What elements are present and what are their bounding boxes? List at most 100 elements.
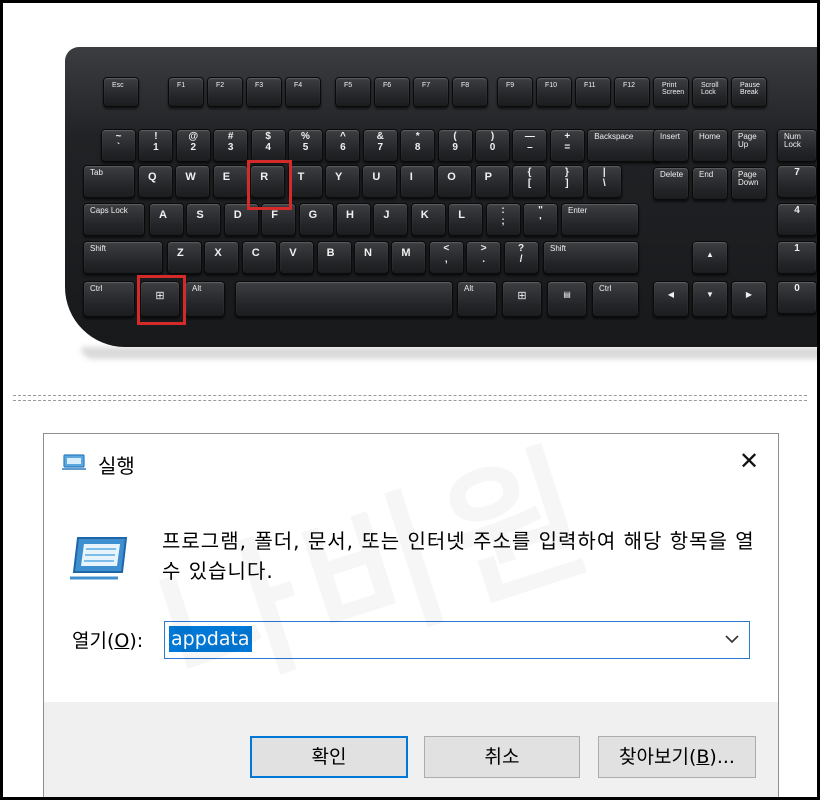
open-combobox[interactable]: appdata [164,621,750,659]
key-symbol: ◀ [653,281,689,317]
key-v: V [279,241,315,274]
close-button[interactable]: ✕ [720,434,778,490]
key-k: K [410,203,446,236]
key-o: O [437,165,473,198]
key-page-up: Page Up [731,129,767,162]
key-shift: Shift [83,241,163,274]
key-y: Y [325,165,360,198]
key-symbol: ? / [503,241,539,274]
key-symbol: > . [466,241,502,274]
key-4: 4 [777,203,817,236]
key-blank [235,281,453,317]
dashed-separator [13,395,807,401]
ok-button-label: 확인 [311,746,347,768]
key-symbol: ⊞ [502,281,542,317]
highlight-r-key [247,160,292,210]
key-x: X [204,241,240,274]
key-print-screen: Print Screen [653,77,689,107]
key-scroll-lock: Scroll Lock [692,77,728,107]
key-f3: F3 [246,77,282,107]
chevron-down-icon[interactable] [723,630,741,648]
key-1: ! 1 [138,129,174,162]
key-page-down: Page Down [731,167,767,200]
key-b: B [316,241,352,274]
key-s: S [186,203,222,236]
run-dialog: 실행 ✕ 프로그램, 폴더, 문서, 또는 인터넷 주소를 입력하여 해당 항목… [43,433,779,797]
key-f5: F5 [335,77,371,107]
key-7: 7 [777,165,817,198]
key-f1: F1 [168,77,204,107]
key-f9: F9 [497,77,533,107]
key-f4: F4 [285,77,321,107]
key-esc: Esc [103,77,139,107]
browse-button[interactable]: 찾아보기(B)... [598,736,756,778]
highlight-windows-key [137,275,186,325]
key-alt: Alt [457,281,497,317]
open-label-mnemonic: O [114,630,130,652]
dialog-title: 실행 [98,454,135,478]
key-4: $ 4 [250,129,286,162]
dialog-description: 프로그램, 폴더, 문서, 또는 인터넷 주소를 입력하여 해당 항목을 열 수… [162,529,755,583]
run-large-icon [70,537,128,580]
key-symbol: | \ [586,165,622,198]
key-symbol: ~ ` [101,129,136,162]
key-c: C [241,241,277,274]
key-0: 0 [777,281,817,314]
cancel-button[interactable]: 취소 [424,736,580,778]
key-6: ^ 6 [325,129,361,162]
key-symbol: : ; [485,203,521,236]
key-8: * 8 [400,129,436,162]
key-enter: Enter [561,203,639,236]
key-l: L [448,203,484,236]
key-symbol: ▤ [547,281,587,317]
key-backspace: Backspace [587,129,662,162]
open-label-suffix: ): [129,630,144,652]
cancel-button-label: 취소 [484,746,520,768]
key-3: # 3 [213,129,249,162]
key-7: & 7 [362,129,398,162]
key-f8: F8 [452,77,488,107]
key-num-lock: Num Lock [777,129,817,162]
key-f12: F12 [614,77,650,107]
key-0: ) 0 [475,129,510,162]
key-h: H [336,203,371,236]
key-symbol: { [ [512,165,547,198]
open-label: 열기(O): [72,626,143,653]
key-f6: F6 [374,77,410,107]
key-f7: F7 [413,77,449,107]
open-label-prefix: 열기( [72,630,115,652]
key-symbol: ▼ [692,281,728,317]
key-symbol: } ] [549,165,585,198]
key-p: P [474,165,510,198]
image-frame: Esc F1 F2 F3 F4 F5 F6 F7 F8 F9 F10 F11 F12 Print Scre… [3,3,817,797]
key-pause-break: Pause Break [731,77,767,107]
key-symbol: " ' [523,203,558,236]
key-a: A [149,203,184,236]
key-symbol: ▲ [692,241,728,274]
key-q: Q [138,165,173,198]
key-n: N [354,241,389,274]
key-symbol: < , [428,241,464,274]
key-1: 1 [777,241,817,274]
browse-label-mnemonic: B [696,746,710,768]
key-symbol: — – [512,129,548,162]
key-g: G [298,203,334,236]
key-insert: Insert [653,129,689,162]
key-f11: F11 [575,77,611,107]
open-input[interactable]: appdata [169,626,252,652]
browse-label-suffix: )... [709,746,735,768]
key-shift: Shift [543,241,639,274]
key-i: I [399,165,435,198]
key-e: E [212,165,248,198]
key-ctrl: Ctrl [592,281,639,317]
key-z: Z [167,241,202,274]
ok-button[interactable]: 확인 [250,736,408,778]
key-t: T [287,165,323,198]
key-m: M [391,241,427,274]
key-end: End [692,167,728,200]
key-delete: Delete [653,167,689,200]
key-f2: F2 [207,77,243,107]
key-2: @ 2 [175,129,211,162]
key-ctrl: Ctrl [83,281,135,317]
key-w: W [175,165,211,198]
